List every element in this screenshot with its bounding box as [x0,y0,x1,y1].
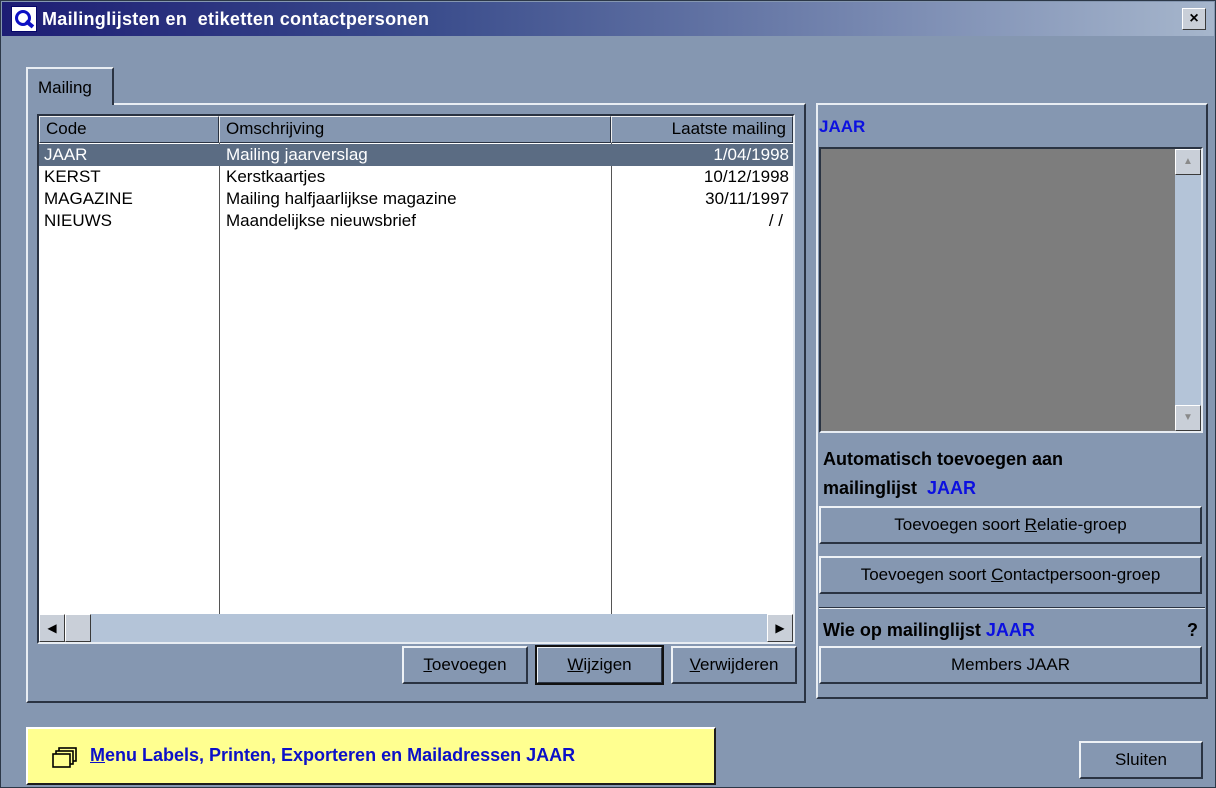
vertical-scrollbar[interactable]: ▲ ▼ [1175,149,1201,431]
who-on-list-label: Wie op mailinglijst JAAR [823,620,1035,640]
labels-print-export-menu-button[interactable]: Menu Labels, Printen, Exporteren en Mail… [26,727,716,785]
table-row[interactable]: KERST Kerstkaartjes 10/12/1998 [39,166,793,188]
members-button[interactable]: Members JAAR [819,646,1202,684]
table-row[interactable]: JAAR Mailing jaarverslag 1/04/1998 [39,144,793,166]
table-row[interactable]: MAGAZINE Mailing halfjaarlijkse magazine… [39,188,793,210]
divider [819,607,1205,609]
column-header-description[interactable]: Omschrijving [219,116,611,143]
cell-code: MAGAZINE [44,189,133,208]
cell-code: NIEUWS [44,211,112,230]
cell-last-mailing: 1/04/1998 [713,145,789,164]
column-header-code[interactable]: Code [39,116,219,143]
help-question-icon[interactable]: ? [1187,620,1198,641]
selected-mailing-code: JAAR [819,117,866,136]
scroll-right-arrow-icon[interactable]: ▶ [767,614,793,642]
scrollbar-thumb[interactable] [65,614,91,642]
scroll-up-arrow-icon[interactable]: ▲ [1175,149,1201,175]
mailing-notes-box[interactable]: ▲ ▼ [819,147,1203,433]
cell-last-mailing: 30/11/1997 [705,189,789,208]
add-button[interactable]: Toevoegen [402,646,528,684]
column-header-last-mailing[interactable]: Laatste mailing [611,116,793,143]
cell-code: KERST [44,167,101,186]
cell-description: Mailing jaarverslag [226,145,368,164]
delete-button[interactable]: Verwijderen [671,646,797,684]
scroll-left-arrow-icon[interactable]: ◀ [39,614,65,642]
cell-last-mailing: 10/12/1998 [703,167,789,186]
mailing-list-table[interactable]: Code Omschrijving Laatste mailing JAAR M… [37,114,795,644]
horizontal-scrollbar[interactable]: ◀ ▶ [39,614,793,642]
auto-add-heading: Automatisch toevoegen aan mailinglijst J… [823,449,1064,498]
tab-mailing[interactable]: Mailing [26,67,114,105]
table-row[interactable]: NIEUWS Maandelijkse nieuwsbrief / / [39,210,793,232]
cell-code: JAAR [44,145,88,164]
close-button[interactable]: Sluiten [1079,741,1203,779]
menu-button-label: Menu Labels, Printen, Exporteren en Mail… [90,745,576,765]
title-bar[interactable]: Mailinglijsten en etiketten contactperso… [2,2,1214,36]
add-contact-group-button[interactable]: Toevoegen soort Contactpersoon-groep [819,556,1202,594]
scroll-down-arrow-icon[interactable]: ▼ [1175,405,1201,431]
app-logo-icon [11,6,37,32]
main-window: Mailinglijsten en etiketten contactperso… [0,0,1216,788]
cell-description: Maandelijkse nieuwsbrief [226,211,416,230]
cell-description: Kerstkaartjes [226,167,326,186]
cell-last-mailing: / / [768,211,783,230]
window-title: Mailinglijsten en etiketten contactperso… [42,9,430,29]
folders-icon [52,747,77,768]
cell-description: Mailing halfjaarlijkse magazine [226,189,457,208]
close-window-button[interactable]: × [1182,8,1206,30]
add-relation-group-button[interactable]: Toevoegen soort Relatie-groep [819,506,1202,544]
edit-button[interactable]: Wijzigen [535,645,664,685]
